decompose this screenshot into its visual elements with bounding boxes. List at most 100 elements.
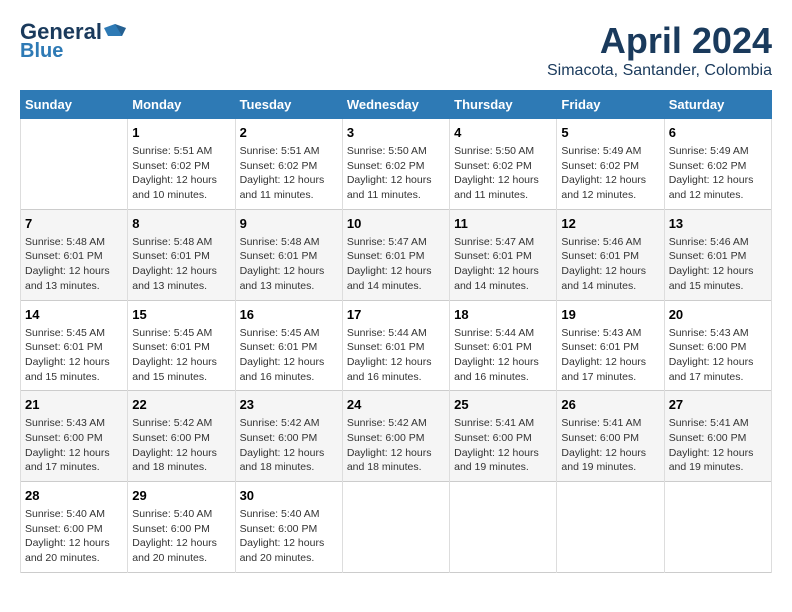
day-info: Sunrise: 5:40 AMSunset: 6:00 PMDaylight:… bbox=[25, 507, 123, 566]
calendar-week-5: 28 Sunrise: 5:40 AMSunset: 6:00 PMDayligh… bbox=[21, 482, 772, 573]
day-number: 23 bbox=[240, 397, 338, 412]
day-number: 16 bbox=[240, 307, 338, 322]
day-number: 25 bbox=[454, 397, 552, 412]
calendar-empty bbox=[557, 482, 664, 573]
day-number: 10 bbox=[347, 216, 445, 231]
header-day-sunday: Sunday bbox=[21, 91, 128, 119]
calendar-day-16: 16Sunrise: 5:45 AMSunset: 6:01 PMDayligh… bbox=[235, 300, 342, 391]
header: General Blue April 2024 Simacota, Santan… bbox=[20, 20, 772, 80]
day-info: Sunrise: 5:50 AMSunset: 6:02 PMDaylight:… bbox=[347, 144, 445, 203]
day-info: Sunrise: 5:51 AMSunset: 6:02 PMDaylight:… bbox=[132, 144, 230, 203]
day-info: Sunrise: 5:49 AMSunset: 6:02 PMDaylight:… bbox=[669, 144, 767, 203]
calendar-day-30: 30 Sunrise: 5:40 AMSunset: 6:00 PMDayligh… bbox=[235, 482, 342, 573]
day-info: Sunrise: 5:43 AMSunset: 6:01 PMDaylight:… bbox=[561, 326, 659, 385]
calendar-day-10: 10Sunrise: 5:47 AMSunset: 6:01 PMDayligh… bbox=[342, 209, 449, 300]
day-info: Sunrise: 5:50 AMSunset: 6:02 PMDaylight:… bbox=[454, 144, 552, 203]
calendar-day-7: 7 Sunrise: 5:48 AMSunset: 6:01 PMDaylight… bbox=[21, 209, 128, 300]
day-number: 2 bbox=[240, 125, 338, 140]
header-day-thursday: Thursday bbox=[450, 91, 557, 119]
day-info: Sunrise: 5:43 AMSunset: 6:00 PMDaylight:… bbox=[669, 326, 767, 385]
calendar-day-1: 1 Sunrise: 5:51 AMSunset: 6:02 PMDaylight… bbox=[128, 119, 235, 210]
day-info: Sunrise: 5:48 AMSunset: 6:01 PMDaylight:… bbox=[132, 235, 230, 294]
header-day-monday: Monday bbox=[128, 91, 235, 119]
day-info: Sunrise: 5:40 AMSunset: 6:00 PMDaylight:… bbox=[240, 507, 338, 566]
title-area: April 2024 Simacota, Santander, Colombia bbox=[547, 20, 772, 80]
calendar-day-4: 4 Sunrise: 5:50 AMSunset: 6:02 PMDaylight… bbox=[450, 119, 557, 210]
day-number: 19 bbox=[561, 307, 659, 322]
day-number: 12 bbox=[561, 216, 659, 231]
day-info: Sunrise: 5:45 AMSunset: 6:01 PMDaylight:… bbox=[132, 326, 230, 385]
day-number: 26 bbox=[561, 397, 659, 412]
day-number: 14 bbox=[25, 307, 123, 322]
calendar-empty bbox=[21, 119, 128, 210]
header-day-friday: Friday bbox=[557, 91, 664, 119]
day-number: 22 bbox=[132, 397, 230, 412]
calendar-header-row: SundayMondayTuesdayWednesdayThursdayFrid… bbox=[21, 91, 772, 119]
day-number: 11 bbox=[454, 216, 552, 231]
day-info: Sunrise: 5:42 AMSunset: 6:00 PMDaylight:… bbox=[240, 416, 338, 475]
day-number: 18 bbox=[454, 307, 552, 322]
day-info: Sunrise: 5:47 AMSunset: 6:01 PMDaylight:… bbox=[454, 235, 552, 294]
day-number: 7 bbox=[25, 216, 123, 231]
calendar-day-25: 25Sunrise: 5:41 AMSunset: 6:00 PMDayligh… bbox=[450, 391, 557, 482]
day-number: 17 bbox=[347, 307, 445, 322]
calendar-day-14: 14Sunrise: 5:45 AMSunset: 6:01 PMDayligh… bbox=[21, 300, 128, 391]
calendar-day-19: 19 Sunrise: 5:43 AMSunset: 6:01 PMDayligh… bbox=[557, 300, 664, 391]
calendar-day-8: 8 Sunrise: 5:48 AMSunset: 6:01 PMDaylight… bbox=[128, 209, 235, 300]
day-number: 21 bbox=[25, 397, 123, 412]
calendar-empty bbox=[664, 482, 771, 573]
calendar-day-22: 22Sunrise: 5:42 AMSunset: 6:00 PMDayligh… bbox=[128, 391, 235, 482]
day-number: 28 bbox=[25, 488, 123, 503]
calendar-day-6: 6Sunrise: 5:49 AMSunset: 6:02 PMDaylight… bbox=[664, 119, 771, 210]
day-info: Sunrise: 5:48 AMSunset: 6:01 PMDaylight:… bbox=[25, 235, 123, 294]
header-day-saturday: Saturday bbox=[664, 91, 771, 119]
calendar-day-5: 5 Sunrise: 5:49 AMSunset: 6:02 PMDaylight… bbox=[557, 119, 664, 210]
month-title: April 2024 bbox=[547, 20, 772, 62]
header-day-wednesday: Wednesday bbox=[342, 91, 449, 119]
calendar-day-23: 23 Sunrise: 5:42 AMSunset: 6:00 PMDayligh… bbox=[235, 391, 342, 482]
day-info: Sunrise: 5:42 AMSunset: 6:00 PMDaylight:… bbox=[347, 416, 445, 475]
day-number: 4 bbox=[454, 125, 552, 140]
day-info: Sunrise: 5:44 AMSunset: 6:01 PMDaylight:… bbox=[347, 326, 445, 385]
calendar-day-21: 21 Sunrise: 5:43 AMSunset: 6:00 PMDayligh… bbox=[21, 391, 128, 482]
calendar-day-15: 15 Sunrise: 5:45 AMSunset: 6:01 PMDayligh… bbox=[128, 300, 235, 391]
header-day-tuesday: Tuesday bbox=[235, 91, 342, 119]
day-number: 24 bbox=[347, 397, 445, 412]
calendar-day-17: 17 Sunrise: 5:44 AMSunset: 6:01 PMDayligh… bbox=[342, 300, 449, 391]
calendar-week-1: 1 Sunrise: 5:51 AMSunset: 6:02 PMDaylight… bbox=[21, 119, 772, 210]
day-number: 8 bbox=[132, 216, 230, 231]
day-info: Sunrise: 5:46 AMSunset: 6:01 PMDaylight:… bbox=[669, 235, 767, 294]
logo-blue: Blue bbox=[20, 40, 63, 62]
day-number: 5 bbox=[561, 125, 659, 140]
location: Simacota, Santander, Colombia bbox=[547, 62, 772, 80]
day-info: Sunrise: 5:43 AMSunset: 6:00 PMDaylight:… bbox=[25, 416, 123, 475]
day-info: Sunrise: 5:44 AMSunset: 6:01 PMDaylight:… bbox=[454, 326, 552, 385]
day-number: 29 bbox=[132, 488, 230, 503]
calendar-day-11: 11 Sunrise: 5:47 AMSunset: 6:01 PMDayligh… bbox=[450, 209, 557, 300]
calendar-table: SundayMondayTuesdayWednesdayThursdayFrid… bbox=[20, 90, 772, 573]
day-number: 1 bbox=[132, 125, 230, 140]
calendar-day-13: 13Sunrise: 5:46 AMSunset: 6:01 PMDayligh… bbox=[664, 209, 771, 300]
day-info: Sunrise: 5:40 AMSunset: 6:00 PMDaylight:… bbox=[132, 507, 230, 566]
calendar-week-4: 21 Sunrise: 5:43 AMSunset: 6:00 PMDayligh… bbox=[21, 391, 772, 482]
calendar-week-3: 14 Sunrise: 5:45 AMSunset: 6:01 PMDayligh… bbox=[21, 300, 772, 391]
day-number: 15 bbox=[132, 307, 230, 322]
day-info: Sunrise: 5:51 AMSunset: 6:02 PMDaylight:… bbox=[240, 144, 338, 203]
day-number: 3 bbox=[347, 125, 445, 140]
day-info: Sunrise: 5:41 AMSunset: 6:00 PMDaylight:… bbox=[561, 416, 659, 475]
logo: General Blue bbox=[20, 20, 126, 62]
calendar-week-2: 7 Sunrise: 5:48 AMSunset: 6:01 PMDaylight… bbox=[21, 209, 772, 300]
day-number: 27 bbox=[669, 397, 767, 412]
calendar-day-28: 28 Sunrise: 5:40 AMSunset: 6:00 PMDayligh… bbox=[21, 482, 128, 573]
day-info: Sunrise: 5:49 AMSunset: 6:02 PMDaylight:… bbox=[561, 144, 659, 203]
calendar-day-26: 26 Sunrise: 5:41 AMSunset: 6:00 PMDayligh… bbox=[557, 391, 664, 482]
calendar-empty bbox=[450, 482, 557, 573]
day-number: 9 bbox=[240, 216, 338, 231]
calendar-day-9: 9Sunrise: 5:48 AMSunset: 6:01 PMDaylight… bbox=[235, 209, 342, 300]
calendar-day-24: 24 Sunrise: 5:42 AMSunset: 6:00 PMDayligh… bbox=[342, 391, 449, 482]
day-number: 30 bbox=[240, 488, 338, 503]
calendar-day-3: 3 Sunrise: 5:50 AMSunset: 6:02 PMDaylight… bbox=[342, 119, 449, 210]
calendar-day-12: 12 Sunrise: 5:46 AMSunset: 6:01 PMDayligh… bbox=[557, 209, 664, 300]
day-info: Sunrise: 5:46 AMSunset: 6:01 PMDaylight:… bbox=[561, 235, 659, 294]
calendar-day-2: 2 Sunrise: 5:51 AMSunset: 6:02 PMDaylight… bbox=[235, 119, 342, 210]
